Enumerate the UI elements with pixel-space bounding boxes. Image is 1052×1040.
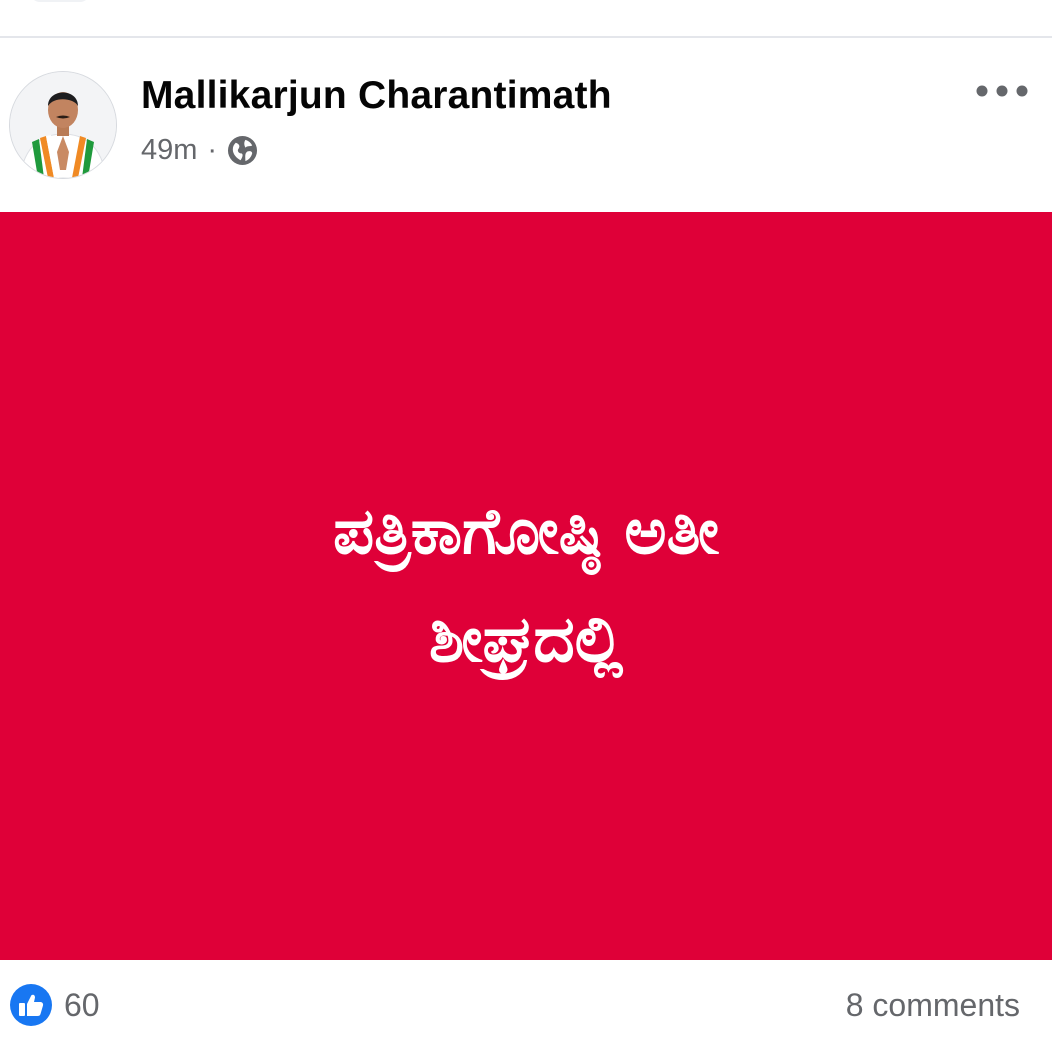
reaction-count[interactable]: 60 xyxy=(64,987,100,1024)
comments-count-link[interactable]: 8 comments xyxy=(846,987,1020,1024)
more-options-button[interactable] xyxy=(972,76,1032,106)
more-options-icon xyxy=(976,85,1028,97)
previous-post-shape xyxy=(30,0,90,2)
post-image[interactable]: ಪತ್ರಿಕಾಗೋಷ್ಠಿ ಅತೀ ಶೀಘ್ರದಲ್ಲಿ xyxy=(0,212,1052,960)
post-header: Mallikarjun Charantimath 49m · xyxy=(0,38,1052,212)
author-avatar[interactable] xyxy=(9,71,117,179)
facebook-post-screen: Mallikarjun Charantimath 49m · ಪತ್ರಿಕಾಗೋ… xyxy=(0,0,1052,1040)
like-icon xyxy=(19,994,44,1016)
meta-separator: · xyxy=(207,134,218,166)
post-timestamp[interactable]: 49m xyxy=(141,134,197,167)
post-meta: 49m · xyxy=(141,134,258,167)
post-image-text-line2: ಶೀಘ್ರದಲ್ಲಿ xyxy=(428,603,624,677)
globe-icon xyxy=(227,135,258,166)
like-reaction-badge[interactable] xyxy=(10,984,52,1026)
post-image-text: ಪತ್ರಿಕಾಗೋಷ್ಠಿ ಅತೀ ಶೀಘ್ರದಲ್ಲಿ xyxy=(146,478,906,694)
previous-post-edge xyxy=(0,0,1052,36)
post-image-text-line1: ಪತ್ರಿಕಾಗೋಷ್ಠಿ ಅತೀ xyxy=(333,495,719,569)
author-name[interactable]: Mallikarjun Charantimath xyxy=(141,74,612,118)
avatar-portrait-icon xyxy=(10,72,116,178)
post-footer: 60 8 comments xyxy=(0,960,1052,1040)
